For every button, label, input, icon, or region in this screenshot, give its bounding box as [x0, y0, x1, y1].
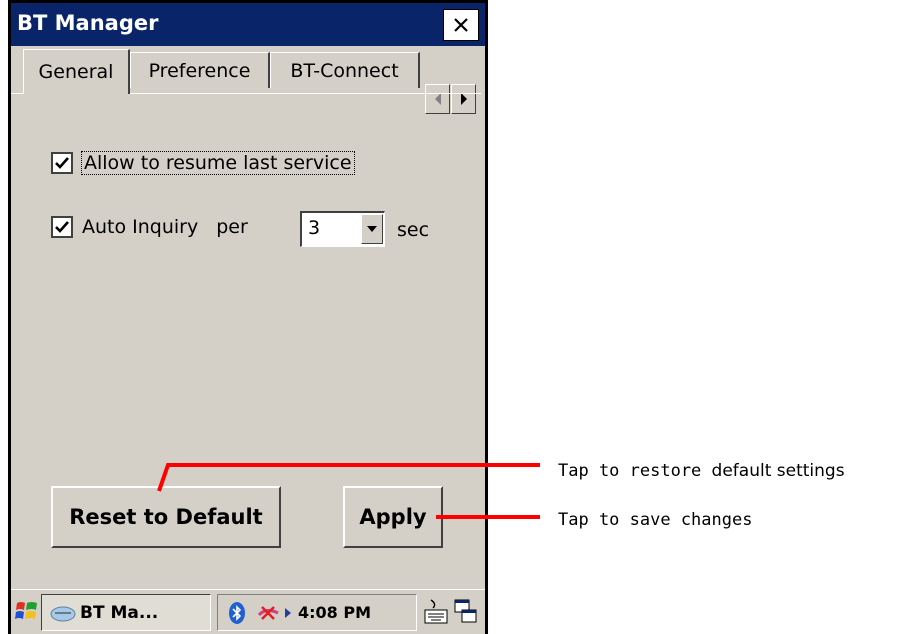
- reset-callout-line: [157, 463, 540, 492]
- tab-general[interactable]: General: [23, 49, 130, 94]
- annotation-lines: [157, 463, 540, 519]
- reset-annotation-sans: default settings: [711, 461, 845, 481]
- apply-annotation: Tap to save changes: [558, 510, 753, 530]
- tab-general-label: General: [38, 61, 114, 83]
- reset-annotation-mono: Tap to restore: [558, 461, 702, 481]
- reset-annotation: Tap to restore default settings: [558, 461, 845, 481]
